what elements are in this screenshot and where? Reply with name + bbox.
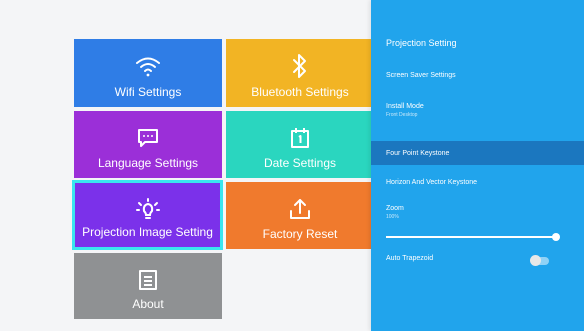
tile-projection-image-setting[interactable]: Projection Image Setting (72, 180, 223, 250)
zoom-slider[interactable] (386, 233, 560, 241)
tile-label: Bluetooth Settings (251, 85, 349, 99)
zoom-slider-thumb[interactable] (552, 233, 560, 241)
menu-item-horizon-vector-keystone[interactable]: Horizon And Vector Keystone (371, 179, 584, 195)
zoom-value: 100% (386, 214, 399, 220)
tile-label: Language Settings (97, 156, 199, 170)
bluetooth-icon (285, 51, 315, 81)
zoom-label: Zoom (386, 205, 404, 212)
menu-item-label: Four Point Keystone (386, 149, 450, 157)
calendar-icon (285, 123, 315, 153)
panel-title: Projection Setting (386, 38, 457, 48)
projection-setting-panel: Projection Setting Screen Saver Settings… (371, 0, 584, 331)
auto-trapezoid-toggle[interactable] (530, 255, 549, 266)
menu-item-label: Install Mode (386, 103, 424, 110)
tile-label: Factory Reset (262, 227, 338, 241)
tile-about[interactable]: About (74, 253, 222, 319)
lightbulb-icon (133, 195, 163, 225)
tile-date-settings[interactable]: Date Settings (226, 111, 374, 178)
menu-item-label: Auto Trapezoid (386, 255, 434, 262)
menu-item-install-mode[interactable]: Install Mode Front Desktop (371, 103, 584, 129)
menu-item-screen-saver[interactable]: Screen Saver Settings (371, 72, 584, 88)
tile-label: Date Settings (263, 156, 337, 170)
chat-icon (133, 123, 163, 153)
menu-item-label: Screen Saver Settings (386, 72, 456, 79)
menu-item-four-point-keystone[interactable]: Four Point Keystone (371, 141, 584, 165)
install-mode-value: Front Desktop (386, 112, 418, 118)
menu-item-label: Horizon And Vector Keystone (386, 179, 478, 186)
tile-label: Wifi Settings (114, 85, 182, 99)
menu-item-auto-trapezoid[interactable]: Auto Trapezoid (371, 255, 584, 271)
tile-label: Projection Image Setting (82, 225, 213, 239)
wifi-icon (133, 51, 163, 81)
tile-label: About (132, 297, 164, 311)
tile-bluetooth-settings[interactable]: Bluetooth Settings (226, 39, 374, 107)
info-box-icon (133, 265, 163, 295)
tile-wifi-settings[interactable]: Wifi Settings (74, 39, 222, 107)
toggle-knob (530, 255, 541, 266)
upload-icon (285, 194, 315, 224)
tile-factory-reset[interactable]: Factory Reset (226, 182, 374, 249)
menu-item-zoom[interactable]: Zoom 100% (371, 205, 584, 235)
tile-language-settings[interactable]: Language Settings (74, 111, 222, 178)
